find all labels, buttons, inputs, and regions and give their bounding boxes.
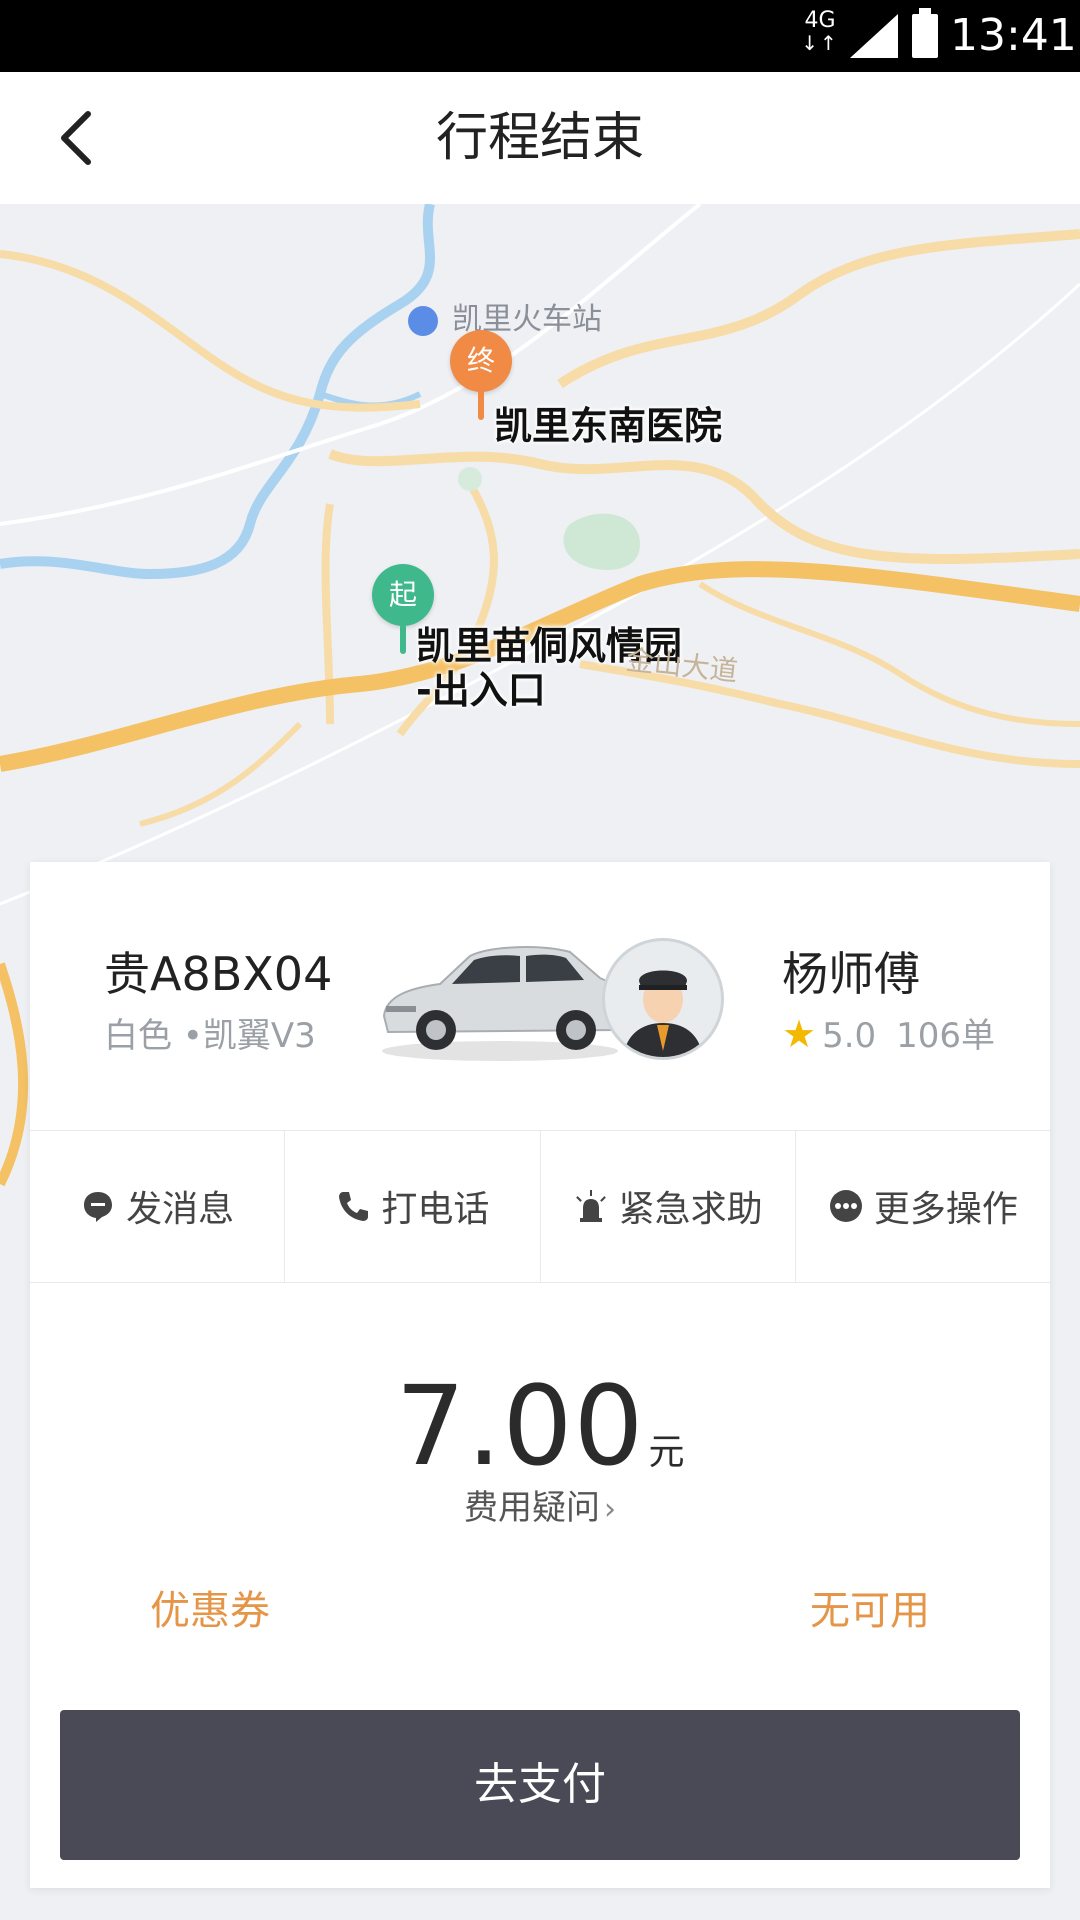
fare-display: 7.00 元 (30, 1362, 1050, 1490)
fare-question-link[interactable]: 费用疑问 › (30, 1480, 1050, 1529)
action-bar: 发消息 打电话 紧急求助 更多操作 (30, 1130, 1050, 1283)
phone-icon (339, 1192, 369, 1221)
message-label: 发消息 (126, 1189, 235, 1230)
chat-bubble-icon (84, 1192, 113, 1222)
status-time: 13:41 (950, 10, 1077, 61)
status-bar: 4G ↓↑ 13:41 (0, 0, 1080, 72)
siren-icon (575, 1190, 606, 1222)
end-pin[interactable]: 终 (450, 330, 512, 392)
fare-amount: 7.00 (395, 1362, 645, 1490)
fare-question-label: 费用疑问 (464, 1488, 600, 1528)
driver-name: 杨师傅 (782, 947, 920, 1001)
driver-avatar (602, 938, 724, 1060)
start-pin-stem (400, 624, 406, 654)
end-location-label: 凯里东南医院 (494, 404, 723, 448)
battery-icon (912, 8, 938, 58)
rating-value: 5.0 (822, 1016, 877, 1056)
coupon-value[interactable]: 无可用 (810, 1578, 930, 1636)
message-button[interactable]: 发消息 (30, 1130, 286, 1282)
network-indicator: 4G ↓↑ (798, 10, 842, 62)
fare-unit: 元 (648, 1432, 685, 1473)
chevron-left-icon (61, 111, 91, 165)
driver-info: 贵A8BX04 白色 •凯翼V3 杨师傅 ★ 5.0 106单 (30, 862, 1050, 1131)
end-pin-label: 终 (466, 344, 495, 377)
back-button[interactable] (40, 98, 120, 178)
pay-button[interactable]: 去支付 (60, 1710, 1020, 1860)
network-type: 4G (804, 8, 836, 33)
car-description: 白色 •凯翼V3 (104, 1016, 316, 1056)
more-actions-label: 更多操作 (873, 1189, 1018, 1230)
coupon-label: 优惠券 (150, 1588, 270, 1634)
emergency-button[interactable]: 紧急求助 (541, 1130, 796, 1282)
data-arrows-icon: ↓↑ (801, 31, 839, 55)
start-pin-label: 起 (388, 578, 417, 611)
chevron-right-icon: › (604, 1492, 616, 1527)
more-dots-icon (829, 1190, 862, 1222)
station-label: 凯里火车站 (408, 294, 602, 338)
emergency-label: 紧急求助 (618, 1189, 763, 1230)
app-header: 行程结束 (0, 72, 1080, 205)
trip-card: 贵A8BX04 白色 •凯翼V3 杨师傅 ★ 5.0 106单 发消息 打电话 … (30, 862, 1050, 1888)
start-pin[interactable]: 起 (372, 564, 434, 626)
call-label: 打电话 (381, 1189, 490, 1230)
train-station-icon (408, 305, 438, 336)
call-button[interactable]: 打电话 (285, 1130, 541, 1282)
driver-avatar-icon (623, 970, 703, 1057)
signal-icon (850, 14, 898, 58)
car-icon (382, 946, 622, 1061)
star-icon: ★ (782, 1012, 817, 1056)
end-pin-stem (478, 390, 484, 420)
driver-rating: ★ 5.0 106单 (782, 1008, 995, 1057)
license-plate: 贵A8BX04 (104, 947, 333, 1001)
order-count: 106单 (896, 1016, 996, 1056)
page-title: 行程结束 (435, 108, 644, 168)
more-actions-button[interactable]: 更多操作 (796, 1130, 1050, 1282)
